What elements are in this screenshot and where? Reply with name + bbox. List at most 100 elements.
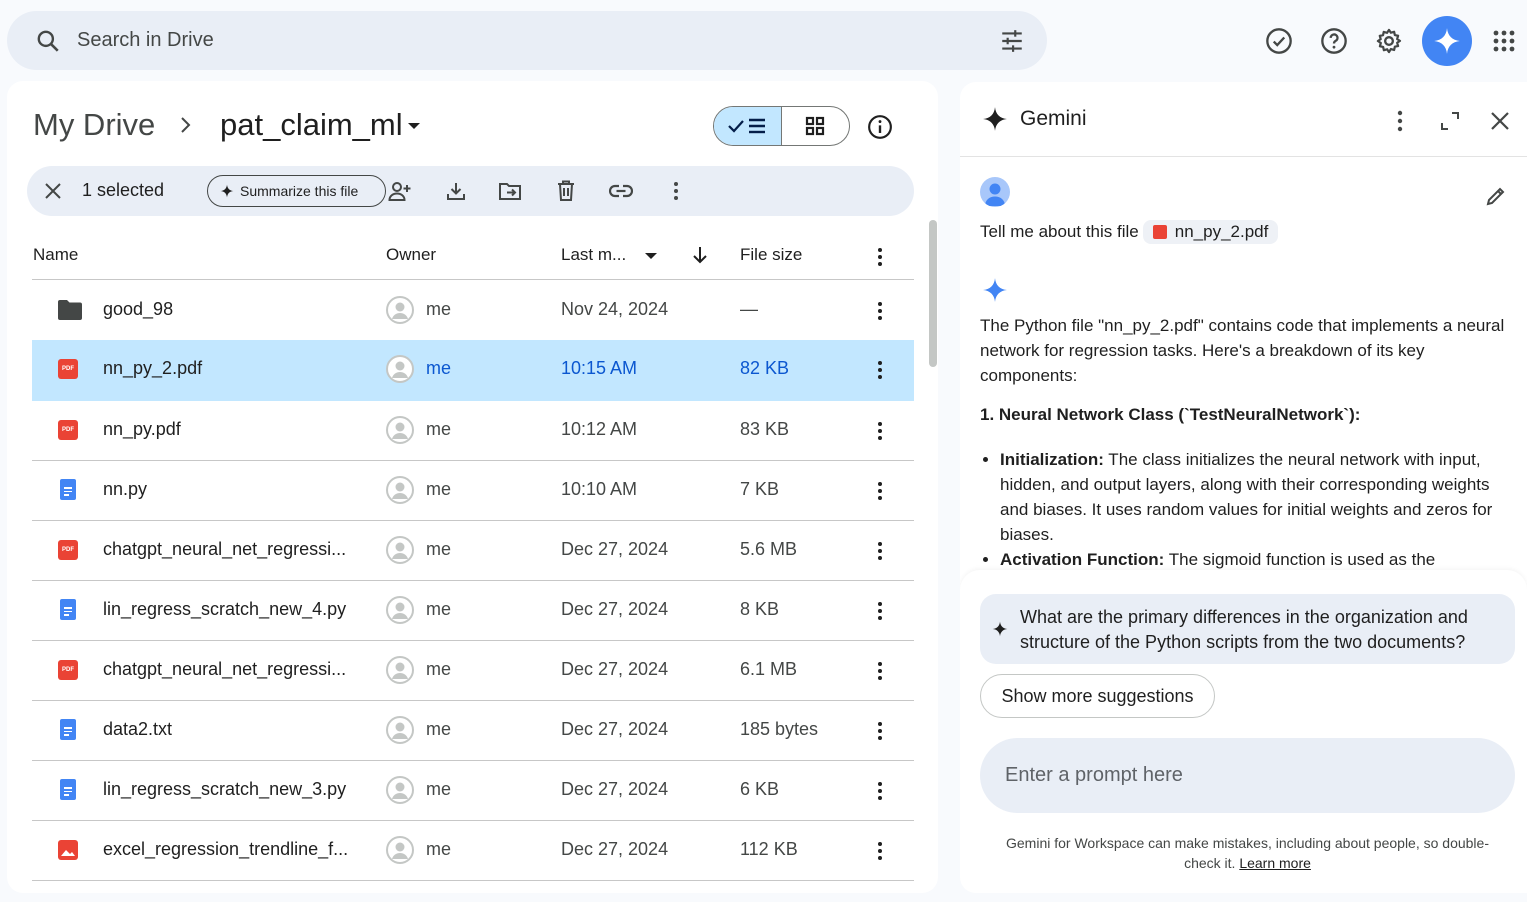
scrollbar-thumb[interactable] [929,220,937,367]
row-more-actions-icon[interactable] [870,779,890,803]
gemini-panel-header: Gemini [960,82,1527,157]
row-more-actions-icon[interactable] [870,539,890,563]
row-more-actions-icon[interactable] [870,599,890,623]
user-message: Tell me about this file nn_py_2.pdf [980,220,1279,244]
top-bar: Search in Drive [0,0,1527,82]
row-more-actions-icon[interactable] [870,479,890,503]
response-bullet: Initialization: The class initializes th… [1000,447,1510,547]
file-name[interactable]: chatgpt_neural_net_regressi... [103,659,346,680]
file-row[interactable]: excel_regression_trendline_f... me Dec 27,… [32,821,914,881]
file-name[interactable]: nn_py.pdf [103,419,181,440]
file-row[interactable]: lin_regress_scratch_new_4.py me Dec 27, 20… [32,581,914,641]
row-more-actions-icon[interactable] [870,719,890,743]
folder-icon [57,299,82,321]
file-modified-date: Dec 27, 2024 [561,779,669,799]
file-row[interactable]: lin_regress_scratch_new_3.py me Dec 27, 20… [32,761,914,821]
copy-link-icon[interactable] [609,179,633,203]
file-row[interactable]: good_98 me Nov 24, 2024 — [32,281,914,341]
file-chip[interactable]: nn_py_2.pdf [1142,220,1279,244]
file-owner: me [426,659,452,679]
help-icon[interactable] [1319,26,1349,56]
file-name[interactable]: nn_py_2.pdf [103,358,202,379]
file-size: 5.6 MB [740,539,798,559]
close-icon[interactable] [1488,109,1512,133]
more-options-icon[interactable] [1388,109,1412,133]
ready-for-offline-icon[interactable] [1264,26,1294,56]
column-header-last-modified[interactable]: Last m... [561,245,626,265]
file-owner: me [426,839,452,859]
trash-icon[interactable] [554,179,578,203]
file-modified-date: Dec 27, 2024 [561,539,669,559]
grid-view-button[interactable] [782,107,850,145]
search-bar[interactable]: Search in Drive [7,11,1047,70]
search-icon[interactable] [35,28,61,54]
search-input[interactable]: Search in Drive [77,29,214,52]
row-more-actions-icon[interactable] [870,299,890,323]
file-name[interactable]: data2.txt [103,719,172,740]
download-icon[interactable] [444,179,468,203]
file-name[interactable]: chatgpt_neural_net_regressi... [103,539,346,560]
column-header-owner[interactable]: Owner [386,245,436,265]
suggestion-chip[interactable]: What are the primary differences in the … [980,594,1515,664]
tune-icon[interactable] [999,28,1025,54]
file-row-selected[interactable]: PDF nn_py_2.pdf me 10:15 AM 82 KB [32,340,914,401]
row-more-actions-icon[interactable] [870,419,890,443]
pdf-file-icon: PDF [57,539,79,561]
file-name[interactable]: lin_regress_scratch_new_3.py [103,779,346,800]
sort-direction-arrow-icon[interactable] [691,245,709,265]
list-view-button[interactable] [714,107,782,145]
prompt-box[interactable] [980,738,1515,813]
file-size: 7 KB [740,479,780,499]
column-header-file-size[interactable]: File size [740,245,802,265]
row-more-actions-icon[interactable] [870,659,890,683]
dropdown-arrow-icon[interactable] [407,121,421,131]
summarize-file-button[interactable]: Summarize this file [207,175,386,207]
file-size: 83 KB [740,419,790,439]
edit-prompt-icon[interactable] [1485,185,1507,207]
owner-avatar [386,836,414,864]
drive-file-panel: My Drive pat_claim_ml 1 selected Summari… [7,81,938,893]
expand-icon[interactable] [1438,109,1462,133]
row-more-actions-icon[interactable] [870,358,890,382]
share-person-add-icon[interactable] [388,179,412,203]
breadcrumb-my-drive[interactable]: My Drive [33,107,155,143]
disclaimer: Gemini for Workspace can make mistakes, … [990,833,1505,873]
file-name[interactable]: lin_regress_scratch_new_4.py [103,599,346,620]
header-divider [32,279,914,280]
file-row[interactable]: data2.txt me Dec 27, 2024 185 bytes [32,701,914,761]
pdf-file-icon: PDF [57,358,79,380]
file-row[interactable]: nn.py me 10:10 AM 7 KB [32,461,914,521]
clear-selection-icon[interactable] [41,179,65,203]
list-view-icon [727,116,767,136]
info-icon[interactable] [867,114,893,140]
column-options-icon[interactable] [870,245,890,269]
sparkle-icon [992,621,1008,637]
file-name[interactable]: nn.py [103,479,147,500]
file-owner: me [426,419,452,439]
document-file-icon [57,479,79,501]
move-to-folder-icon[interactable] [498,179,522,203]
breadcrumb-current-folder[interactable]: pat_claim_ml [220,107,403,143]
learn-more-link[interactable]: Learn more [1239,855,1311,871]
response-bullet: Activation Function: The sigmoid functio… [1000,547,1510,572]
owner-avatar [386,355,414,383]
file-modified-date: 10:10 AM [561,479,638,499]
gemini-button[interactable] [1422,16,1472,66]
row-more-actions-icon[interactable] [870,839,890,863]
file-row[interactable]: PDF chatgpt_neural_net_regressi... me Dec 2… [32,641,914,701]
file-name[interactable]: good_98 [103,299,173,320]
file-name[interactable]: excel_regression_trendline_f... [103,839,348,860]
file-owner: me [426,599,452,619]
show-more-suggestions-button[interactable]: Show more suggestions [980,674,1215,718]
more-actions-icon[interactable] [664,179,688,203]
file-modified-date: 10:12 AM [561,419,638,439]
apps-icon[interactable] [1489,26,1519,56]
file-size: 8 KB [740,599,780,619]
file-row[interactable]: PDF chatgpt_neural_net_regressi... me Dec 2… [32,521,914,581]
prompt-input[interactable] [1005,760,1475,790]
sort-dropdown-icon[interactable] [644,251,658,261]
file-row[interactable]: PDF nn_py.pdf me 10:12 AM 83 KB [32,401,914,461]
view-toggle [713,106,850,146]
column-header-name[interactable]: Name [33,245,78,265]
settings-icon[interactable] [1374,26,1404,56]
